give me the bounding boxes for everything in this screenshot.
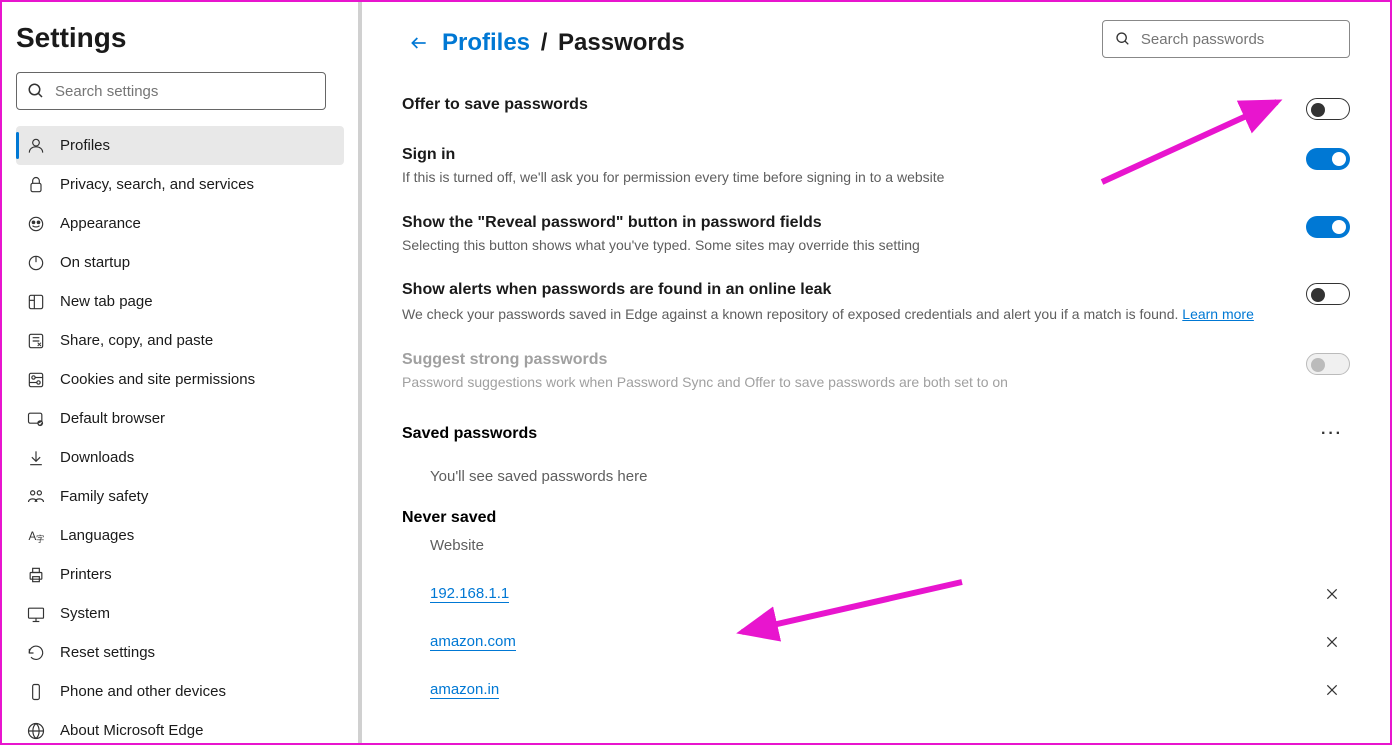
nav-label: About Microsoft Edge xyxy=(60,722,203,739)
settings-sidebar: Settings Profiles Privacy, search, and se… xyxy=(2,2,362,743)
nav-label: New tab page xyxy=(60,293,153,310)
sidebar-item-share-copy-and-paste[interactable]: Share, copy, and paste xyxy=(16,321,344,360)
search-settings-input[interactable] xyxy=(55,83,315,100)
nav-label: Share, copy, and paste xyxy=(60,332,213,349)
setting-desc: Selecting this button shows what you've … xyxy=(402,236,1286,256)
sidebar-item-system[interactable]: System xyxy=(16,594,344,633)
setting-row: Sign in If this is turned off, we'll ask … xyxy=(402,138,1350,206)
never-saved-row: 192.168.1.1 xyxy=(402,570,1350,618)
saved-passwords-title: Saved passwords xyxy=(402,425,1314,443)
never-saved-link[interactable]: 192.168.1.1 xyxy=(430,585,509,603)
nav-icon xyxy=(26,214,46,234)
remove-button[interactable] xyxy=(1318,628,1346,656)
never-saved-row: amazon.in xyxy=(402,666,1350,714)
sidebar-item-about-microsoft-edge[interactable]: About Microsoft Edge xyxy=(16,711,344,743)
settings-title: Settings xyxy=(16,22,344,54)
sidebar-item-new-tab-page[interactable]: New tab page xyxy=(16,282,344,321)
never-saved-link[interactable]: amazon.in xyxy=(430,681,499,699)
sidebar-item-languages[interactable]: A字 Languages xyxy=(16,516,344,555)
setting-title: Offer to save passwords xyxy=(402,96,1286,114)
setting-row: Show alerts when passwords are found in … xyxy=(402,273,1350,343)
breadcrumb-parent[interactable]: Profiles xyxy=(442,29,530,56)
sidebar-item-family-safety[interactable]: Family safety xyxy=(16,477,344,516)
remove-button[interactable] xyxy=(1318,580,1346,608)
never-saved-link[interactable]: amazon.com xyxy=(430,633,516,651)
setting-desc: Password suggestions work when Password … xyxy=(402,373,1286,393)
nav-icon xyxy=(26,292,46,312)
search-passwords-input[interactable] xyxy=(1141,31,1337,48)
remove-button[interactable] xyxy=(1318,676,1346,704)
sidebar-item-profiles[interactable]: Profiles xyxy=(16,126,344,165)
toggle[interactable] xyxy=(1306,216,1350,238)
nav-icon xyxy=(26,253,46,273)
never-saved-col-header: Website xyxy=(402,537,1350,554)
sidebar-item-downloads[interactable]: Downloads xyxy=(16,438,344,477)
setting-desc: If this is turned off, we'll ask you for… xyxy=(402,168,1286,188)
nav-icon xyxy=(26,604,46,624)
sidebar-item-printers[interactable]: Printers xyxy=(16,555,344,594)
toggle xyxy=(1306,353,1350,375)
nav-label: Default browser xyxy=(60,410,165,427)
main-content: Profiles / Passwords Offer to save passw… xyxy=(362,2,1390,743)
nav-label: Phone and other devices xyxy=(60,683,226,700)
breadcrumb-current: Passwords xyxy=(558,29,685,56)
nav-icon: A字 xyxy=(26,526,46,546)
setting-title: Show the "Reveal password" button in pas… xyxy=(402,214,1286,232)
nav-icon xyxy=(26,331,46,351)
setting-row: Offer to save passwords xyxy=(402,88,1350,138)
nav-label: Family safety xyxy=(60,488,148,505)
setting-title: Show alerts when passwords are found in … xyxy=(402,281,1286,299)
toggle[interactable] xyxy=(1306,283,1350,305)
more-options-button[interactable]: ··· xyxy=(1314,416,1350,452)
sidebar-item-default-browser[interactable]: Default browser xyxy=(16,399,344,438)
never-saved-title: Never saved xyxy=(402,509,1350,527)
setting-row: Show the "Reveal password" button in pas… xyxy=(402,206,1350,274)
setting-desc: We check your passwords saved in Edge ag… xyxy=(402,303,1286,325)
nav-icon xyxy=(26,136,46,156)
nav-icon xyxy=(26,409,46,429)
sidebar-item-phone-and-other-devices[interactable]: Phone and other devices xyxy=(16,672,344,711)
nav-icon xyxy=(26,682,46,702)
nav-icon xyxy=(26,175,46,195)
nav-label: Profiles xyxy=(60,137,110,154)
learn-more-link[interactable]: Learn more xyxy=(1182,305,1254,325)
setting-row: Suggest strong passwords Password suggest… xyxy=(402,343,1350,411)
breadcrumb: Profiles / Passwords xyxy=(442,29,685,57)
setting-title: Suggest strong passwords xyxy=(402,351,1286,369)
nav-label: System xyxy=(60,605,110,622)
sidebar-item-cookies-and-site-permissions[interactable]: Cookies and site permissions xyxy=(16,360,344,399)
nav-label: Cookies and site permissions xyxy=(60,371,255,388)
nav-icon xyxy=(26,448,46,468)
toggle[interactable] xyxy=(1306,98,1350,120)
nav-label: Downloads xyxy=(60,449,134,466)
search-icon xyxy=(27,82,45,100)
toggle[interactable] xyxy=(1306,148,1350,170)
nav-icon xyxy=(26,370,46,390)
nav-icon xyxy=(26,565,46,585)
search-icon xyxy=(1115,30,1131,48)
nav-label: Appearance xyxy=(60,215,141,232)
nav-label: Privacy, search, and services xyxy=(60,176,254,193)
search-passwords-box[interactable] xyxy=(1102,20,1350,58)
nav-label: Printers xyxy=(60,566,112,583)
sidebar-item-reset-settings[interactable]: Reset settings xyxy=(16,633,344,672)
search-settings-box[interactable] xyxy=(16,72,326,110)
never-saved-row: amazon.com xyxy=(402,618,1350,666)
sidebar-item-on-startup[interactable]: On startup xyxy=(16,243,344,282)
sidebar-item-appearance[interactable]: Appearance xyxy=(16,204,344,243)
svg-text:字: 字 xyxy=(36,533,44,543)
nav-icon xyxy=(26,643,46,663)
nav-icon xyxy=(26,487,46,507)
saved-passwords-empty: You'll see saved passwords here xyxy=(402,452,1350,503)
nav-label: Reset settings xyxy=(60,644,155,661)
back-button[interactable] xyxy=(402,26,436,60)
nav-icon xyxy=(26,721,46,741)
setting-title: Sign in xyxy=(402,146,1286,164)
nav-label: On startup xyxy=(60,254,130,271)
nav-label: Languages xyxy=(60,527,134,544)
sidebar-item-privacy-search-and-services[interactable]: Privacy, search, and services xyxy=(16,165,344,204)
